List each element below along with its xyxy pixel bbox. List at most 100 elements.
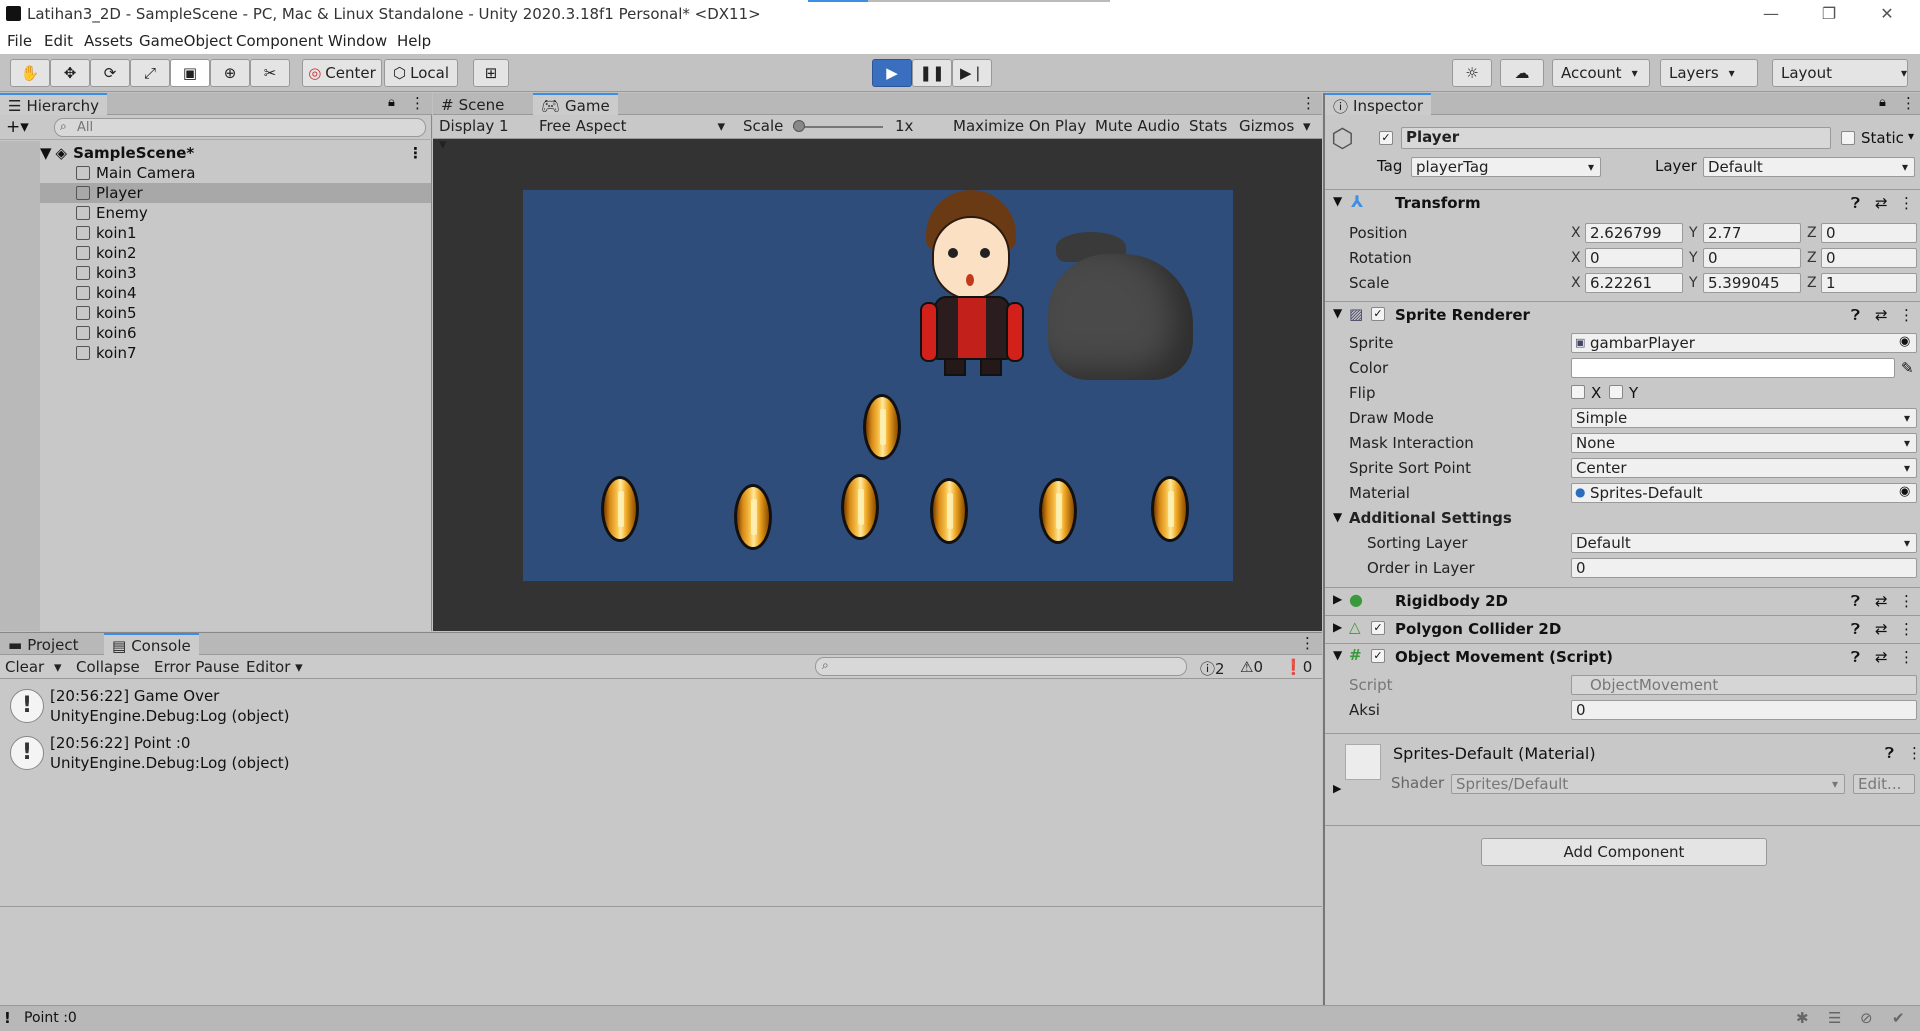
component-menu-icon[interactable]: ⋮ bbox=[1899, 306, 1914, 324]
presets-icon[interactable]: ⇄ bbox=[1875, 194, 1888, 212]
hierarchy-item[interactable]: koin5 bbox=[76, 303, 431, 323]
help-icon[interactable]: ❓︎ bbox=[1851, 306, 1860, 324]
hierarchy-item[interactable]: koin7 bbox=[76, 343, 431, 363]
scene-row[interactable]: ▼ ◈ SampleScene* ⋮ bbox=[40, 143, 431, 163]
presets-icon[interactable]: ⇄ bbox=[1875, 592, 1888, 610]
foldout-collapsed-icon[interactable]: ▶ bbox=[1333, 620, 1342, 634]
bug-icon[interactable]: ✱ bbox=[1796, 1009, 1809, 1027]
tab-console[interactable]: ▤ Console bbox=[104, 633, 199, 655]
hierarchy-item[interactable]: koin2 bbox=[76, 243, 431, 263]
static-checkbox[interactable] bbox=[1841, 131, 1855, 145]
menu-gameobject[interactable]: GameObject bbox=[139, 32, 233, 50]
presets-icon[interactable]: ⇄ bbox=[1875, 620, 1888, 638]
hierarchy-item[interactable]: koin3 bbox=[76, 263, 431, 283]
scale-slider-thumb[interactable] bbox=[793, 120, 805, 132]
help-icon[interactable]: ❓︎ bbox=[1851, 648, 1860, 666]
layout-dropdown[interactable]: Layout bbox=[1772, 59, 1908, 87]
aksi-field[interactable]: 0 bbox=[1571, 700, 1917, 720]
move-tool-icon[interactable]: ✥ bbox=[50, 59, 90, 87]
order-field[interactable]: 0 bbox=[1571, 558, 1917, 578]
additional-settings-row[interactable]: ▼ Additional Settings bbox=[1325, 506, 1920, 530]
transform-header[interactable]: ▼ ⅄ Transform ❓︎ ⇄ ⋮ bbox=[1325, 189, 1920, 215]
object-name-field[interactable]: Player bbox=[1401, 127, 1831, 149]
menu-component[interactable]: Component bbox=[236, 32, 323, 50]
component-menu-icon[interactable]: ⋮ bbox=[1899, 620, 1914, 638]
stats-toggle[interactable]: Stats bbox=[1189, 117, 1227, 137]
hierarchy-item[interactable]: koin6 bbox=[76, 323, 431, 343]
presets-icon[interactable]: ⇄ bbox=[1875, 306, 1888, 324]
close-button[interactable]: ✕ bbox=[1864, 2, 1910, 26]
kebab-menu-icon[interactable]: ⋮ bbox=[1300, 634, 1315, 652]
foldout-collapsed-icon[interactable]: ▶ bbox=[1333, 592, 1342, 606]
object-picker-icon[interactable]: ◉ bbox=[1899, 334, 1910, 349]
rigidbody-header[interactable]: ▶ ● Rigidbody 2D ❓︎ ⇄ ⋮ bbox=[1325, 587, 1920, 613]
foldout-icon[interactable]: ▼ bbox=[1333, 648, 1342, 662]
foldout-collapsed-icon[interactable]: ▶ bbox=[1333, 782, 1341, 795]
component-enabled-checkbox[interactable]: ✓ bbox=[1371, 649, 1385, 663]
shader-dropdown[interactable]: Sprites/Default bbox=[1451, 774, 1845, 794]
tab-inspector[interactable]: ⓘ Inspector bbox=[1325, 93, 1431, 116]
layer-dropdown[interactable]: Default bbox=[1703, 157, 1915, 177]
console-search-input[interactable] bbox=[815, 657, 1187, 676]
sort-point-dropdown[interactable]: Center bbox=[1571, 458, 1917, 478]
menu-assets[interactable]: Assets bbox=[84, 32, 133, 50]
shader-edit-button[interactable]: Edit... bbox=[1853, 774, 1915, 794]
scale-z-field[interactable]: 1 bbox=[1821, 273, 1917, 293]
error-pause-toggle[interactable]: Error Pause bbox=[154, 658, 239, 676]
position-x-field[interactable]: 2.626799 bbox=[1585, 223, 1683, 243]
component-menu-icon[interactable]: ⋮ bbox=[1899, 592, 1914, 610]
cloud-icon[interactable]: ☁ bbox=[1500, 59, 1544, 87]
hierarchy-item[interactable]: koin1 bbox=[76, 223, 431, 243]
presets-icon[interactable]: ⇄ bbox=[1875, 648, 1888, 666]
tag-dropdown[interactable]: playerTag bbox=[1411, 157, 1601, 177]
sorting-layer-dropdown[interactable]: Default bbox=[1571, 533, 1917, 553]
play-button[interactable]: ▶ bbox=[872, 59, 912, 87]
static-dropdown-icon[interactable]: ▾ bbox=[1908, 129, 1914, 143]
aspect-dropdown[interactable]: Free Aspect ▾ bbox=[539, 117, 729, 137]
scale-tool-icon[interactable]: ⤢ bbox=[130, 59, 170, 87]
maximize-on-play-toggle[interactable]: Maximize On Play bbox=[953, 117, 1086, 137]
lock-icon[interactable]: 🔒︎ bbox=[388, 95, 395, 110]
flip-y-checkbox[interactable] bbox=[1609, 385, 1623, 399]
clear-dropdown-icon[interactable]: ▾ bbox=[54, 658, 62, 676]
sprite-field[interactable]: gambarPlayer bbox=[1571, 333, 1917, 353]
component-enabled-checkbox[interactable]: ✓ bbox=[1371, 307, 1385, 321]
component-menu-icon[interactable]: ⋮ bbox=[1899, 648, 1914, 666]
component-enabled-checkbox[interactable]: ✓ bbox=[1371, 621, 1385, 635]
lock-icon[interactable]: 🔒︎ bbox=[1879, 95, 1886, 110]
foldout-icon[interactable]: ▼ bbox=[40, 144, 52, 162]
hierarchy-item[interactable]: koin4 bbox=[76, 283, 431, 303]
rotation-y-field[interactable]: 0 bbox=[1703, 248, 1801, 268]
pause-button[interactable]: ❚❚ bbox=[912, 59, 952, 87]
position-z-field[interactable]: 0 bbox=[1821, 223, 1917, 243]
collab-icon[interactable]: ☼ bbox=[1452, 59, 1492, 87]
kebab-menu-icon[interactable]: ⋮ bbox=[1301, 94, 1316, 112]
log-count-toggle[interactable]: ⓘ2 bbox=[1200, 658, 1225, 679]
eyedropper-icon[interactable]: ✎ bbox=[1901, 359, 1914, 377]
pivot-center-button[interactable]: ◎ Center bbox=[302, 59, 382, 87]
help-icon[interactable]: ❓︎ bbox=[1851, 194, 1860, 212]
debug-mode-icon[interactable]: ⊘ bbox=[1860, 1009, 1873, 1027]
space-local-button[interactable]: ⬡ Local bbox=[384, 59, 458, 87]
draw-mode-dropdown[interactable]: Simple bbox=[1571, 408, 1917, 428]
rotation-z-field[interactable]: 0 bbox=[1821, 248, 1917, 268]
scene-menu-icon[interactable]: ⋮ bbox=[408, 144, 423, 162]
mask-dropdown[interactable]: None bbox=[1571, 433, 1917, 453]
status-message[interactable]: Point :0 bbox=[24, 1010, 77, 1026]
log-entry[interactable]: ! [20:56:22] Game Over UnityEngine.Debug… bbox=[0, 685, 1322, 731]
layers-dropdown[interactable]: Layers bbox=[1660, 59, 1758, 87]
gizmos-toggle[interactable]: Gizmos bbox=[1239, 117, 1294, 137]
kebab-menu-icon[interactable]: ⋮ bbox=[1901, 94, 1916, 112]
rotation-x-field[interactable]: 0 bbox=[1585, 248, 1683, 268]
hierarchy-item[interactable]: Main Camera bbox=[76, 163, 431, 183]
material-field[interactable]: Sprites-Default bbox=[1571, 483, 1917, 503]
display-dropdown[interactable]: Display 1 ▾ bbox=[439, 117, 519, 153]
maximize-button[interactable]: ❐ bbox=[1806, 2, 1852, 26]
progress-check-icon[interactable]: ✔ bbox=[1892, 1009, 1905, 1027]
tab-project[interactable]: ▬ Project bbox=[0, 633, 87, 655]
help-icon[interactable]: ❓︎ bbox=[1851, 592, 1860, 610]
script-header[interactable]: ▼ # ✓ Object Movement (Script) ❓︎ ⇄ ⋮ bbox=[1325, 643, 1920, 669]
rotate-tool-icon[interactable]: ⟳ bbox=[90, 59, 130, 87]
add-icon[interactable]: +▾ bbox=[6, 117, 29, 137]
flip-x-checkbox[interactable] bbox=[1571, 385, 1585, 399]
